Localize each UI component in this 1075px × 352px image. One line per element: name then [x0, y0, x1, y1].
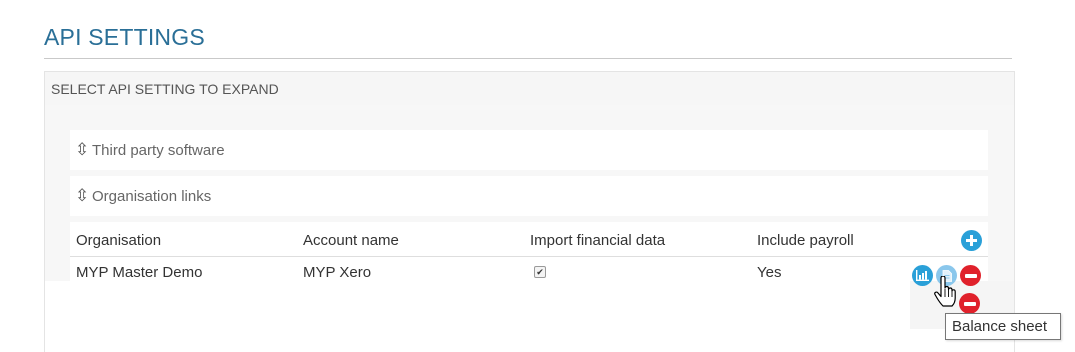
remove-link-button[interactable] [960, 265, 981, 286]
cell-include-payroll: Yes [757, 264, 782, 281]
section-label: Third party software [92, 141, 225, 159]
column-header-include-payroll: Include payroll [757, 232, 854, 249]
import-financial-data-checkbox[interactable]: ✔ [534, 266, 546, 278]
column-header-organisation: Organisation [76, 232, 162, 249]
organisation-links-table: Organisation Account name Import financi… [70, 222, 988, 286]
panel-header-text: SELECT API SETTING TO EXPAND [51, 81, 279, 97]
title-divider [44, 58, 1012, 59]
expand-vertical-icon: ⇳ [75, 140, 90, 159]
add-organisation-link-button[interactable] [961, 230, 982, 251]
page-title: API SETTINGS [44, 24, 205, 50]
plus-circle-icon [966, 235, 977, 246]
panel-header[interactable]: SELECT API SETTING TO EXPAND [45, 72, 1014, 105]
expand-vertical-icon: ⇳ [75, 186, 90, 205]
column-header-import-financial-data: Import financial data [530, 232, 666, 249]
cell-account-name: MYP Xero [303, 264, 372, 281]
section-label: Organisation links [92, 187, 212, 205]
profit-loss-button[interactable] [912, 265, 933, 286]
remove-icon [963, 301, 976, 306]
remove-icon [964, 273, 977, 278]
section-organisation-links[interactable]: ⇳ Organisation links [70, 176, 988, 216]
remove-link-button-secondary[interactable] [959, 293, 980, 314]
cell-organisation: MYP Master Demo [76, 264, 203, 281]
section-third-party-software[interactable]: ⇳ Third party software [70, 130, 988, 170]
chart-icon [916, 270, 929, 281]
tooltip-balance-sheet: Balance sheet [945, 313, 1061, 340]
table-header-divider [70, 256, 988, 257]
hand-pointer-cursor-icon [934, 276, 956, 307]
column-header-account-name: Account name [303, 232, 399, 249]
api-settings-panel: SELECT API SETTING TO EXPAND ⇳ Third par… [44, 71, 1015, 352]
